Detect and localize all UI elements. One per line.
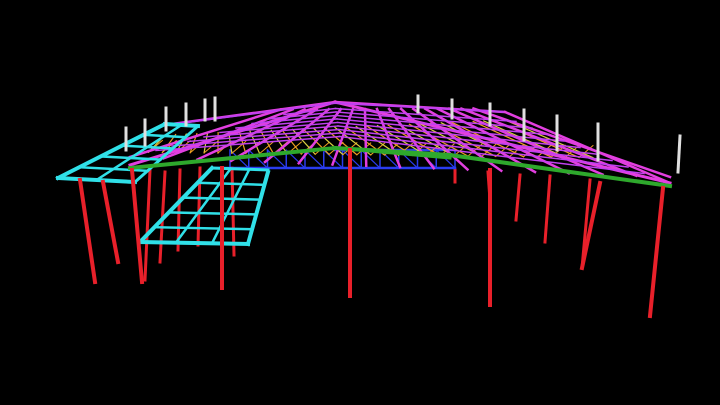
roof-post-12: [676, 134, 682, 174]
deck-edge-front: [137, 239, 251, 247]
steel-structure-render: [0, 0, 720, 405]
model-viewport[interactable]: [0, 0, 720, 405]
